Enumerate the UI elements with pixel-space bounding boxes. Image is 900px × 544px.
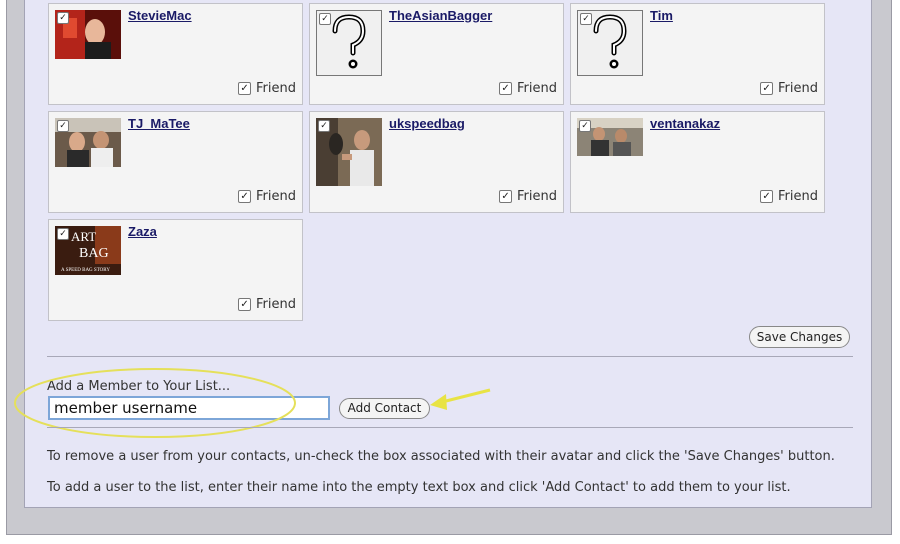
friend-checkbox[interactable]: ✓ xyxy=(238,82,252,95)
friend-toggle[interactable]: ✓ Friend xyxy=(499,81,557,96)
avatar[interactable]: ✓ xyxy=(577,118,643,156)
member-card: ✓ ventanakaz ✓ Friend xyxy=(570,111,825,213)
member-card: ✓ TheAsianBagger ✓ Friend xyxy=(309,3,564,105)
avatar-checkbox[interactable]: ✓ xyxy=(318,120,330,132)
friend-toggle[interactable]: ✓ Friend xyxy=(760,81,818,96)
avatar-checkbox[interactable]: ✓ xyxy=(579,120,591,132)
friend-label: Friend xyxy=(517,81,557,96)
avatar[interactable]: ✓ xyxy=(316,118,382,186)
remove-help-text: To remove a user from your contacts, un-… xyxy=(47,449,835,464)
member-card: ART BAG A SPEED BAG STORY ✓ Zaza ✓ Frien… xyxy=(48,219,303,321)
friend-toggle[interactable]: ✓ Friend xyxy=(499,189,557,204)
logo-text-line1: ART xyxy=(71,229,96,244)
add-contact-button[interactable]: Add Contact xyxy=(339,398,430,419)
avatar[interactable]: ✓ xyxy=(55,10,121,59)
member-username-link[interactable]: Zaza xyxy=(128,224,157,239)
friend-checkbox[interactable]: ✓ xyxy=(760,190,774,203)
member-card: ✓ StevieMac ✓ Friend xyxy=(48,3,303,105)
logo-text-line2: BAG xyxy=(79,246,109,261)
friend-label: Friend xyxy=(256,189,296,204)
avatar-checkbox[interactable]: ✓ xyxy=(57,120,69,132)
member-username-input[interactable] xyxy=(48,396,330,420)
add-member-label: Add a Member to Your List... xyxy=(47,379,231,394)
member-username-link[interactable]: TheAsianBagger xyxy=(389,8,492,23)
friend-label: Friend xyxy=(517,189,557,204)
friend-checkbox[interactable]: ✓ xyxy=(499,190,513,203)
friend-label: Friend xyxy=(778,189,818,204)
friend-toggle[interactable]: ✓ Friend xyxy=(760,189,818,204)
friend-label: Friend xyxy=(256,297,296,312)
section-divider xyxy=(47,427,853,428)
avatar-checkbox[interactable]: ✓ xyxy=(57,228,69,240)
avatar[interactable]: ✓ xyxy=(55,118,121,167)
avatar[interactable]: ART BAG A SPEED BAG STORY ✓ xyxy=(55,226,121,275)
friend-checkbox[interactable]: ✓ xyxy=(238,298,252,311)
member-username-link[interactable]: TJ_MaTee xyxy=(128,116,190,131)
member-username-link[interactable]: ventanakaz xyxy=(650,116,720,131)
member-card: ✓ Tim ✓ Friend xyxy=(570,3,825,105)
avatar[interactable]: ✓ xyxy=(316,10,382,76)
member-username-link[interactable]: Tim xyxy=(650,8,673,23)
add-help-text: To add a user to the list, enter their n… xyxy=(47,480,791,495)
friend-toggle[interactable]: ✓ Friend xyxy=(238,81,296,96)
member-username-link[interactable]: ukspeedbag xyxy=(389,116,465,131)
friend-checkbox[interactable]: ✓ xyxy=(238,190,252,203)
logo-subtitle: A SPEED BAG STORY xyxy=(61,268,110,273)
member-card: ✓ ukspeedbag ✓ Friend xyxy=(309,111,564,213)
friend-checkbox[interactable]: ✓ xyxy=(499,82,513,95)
member-username-link[interactable]: StevieMac xyxy=(128,8,192,23)
friend-checkbox[interactable]: ✓ xyxy=(760,82,774,95)
save-changes-button[interactable]: Save Changes xyxy=(749,326,850,348)
friend-toggle[interactable]: ✓ Friend xyxy=(238,297,296,312)
avatar-checkbox[interactable]: ✓ xyxy=(580,13,592,25)
avatar-checkbox[interactable]: ✓ xyxy=(319,13,331,25)
friend-toggle[interactable]: ✓ Friend xyxy=(238,189,296,204)
friend-label: Friend xyxy=(778,81,818,96)
friend-label: Friend xyxy=(256,81,296,96)
avatar-checkbox[interactable]: ✓ xyxy=(57,12,69,24)
member-card: ✓ TJ_MaTee ✓ Friend xyxy=(48,111,303,213)
section-divider xyxy=(47,356,853,357)
avatar[interactable]: ✓ xyxy=(577,10,643,76)
